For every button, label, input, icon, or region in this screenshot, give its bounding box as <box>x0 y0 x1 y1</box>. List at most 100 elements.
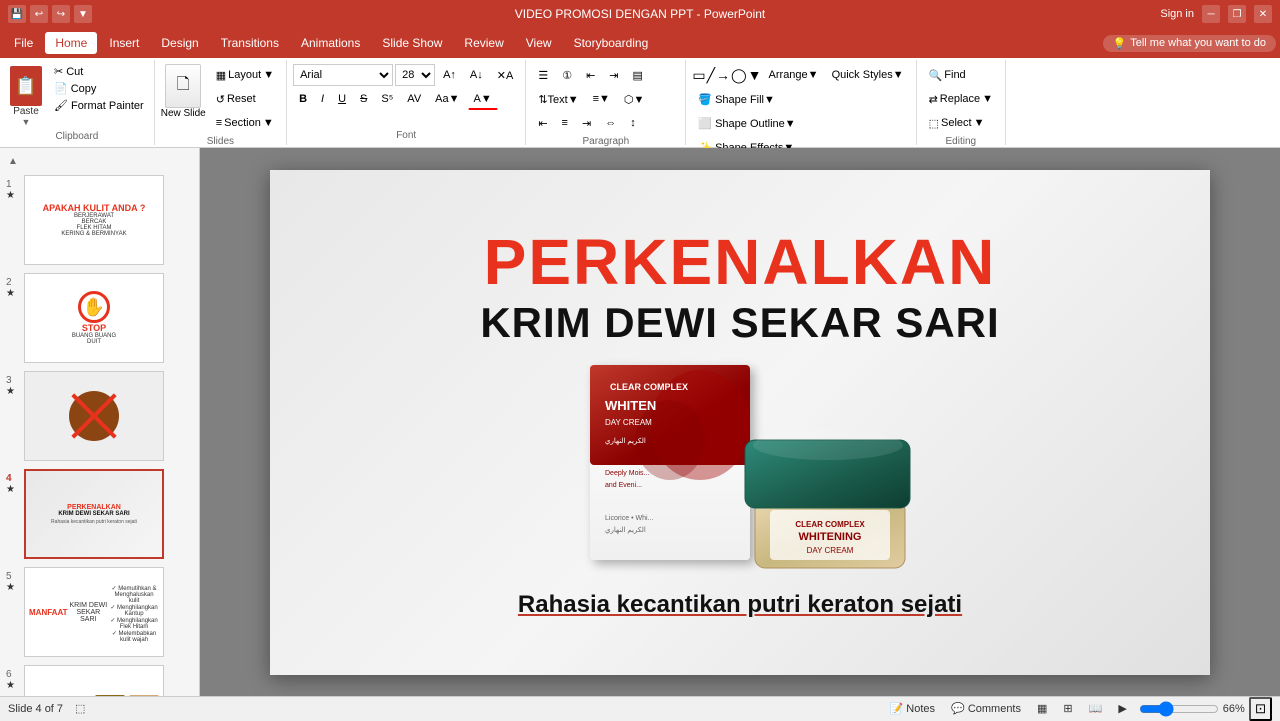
notes-button[interactable]: 📝 Notes <box>886 700 940 717</box>
increase-font-button[interactable]: A↑ <box>437 64 462 86</box>
slide-img-4[interactable]: PERKENALKAN KRIM DEWI SEKAR SARI Rahasia… <box>24 469 164 559</box>
align-right-button[interactable]: ⇥ <box>576 112 597 134</box>
italic-button[interactable]: I <box>315 88 330 110</box>
format-painter-button[interactable]: 🖌 Format Painter <box>50 98 148 113</box>
menu-insert[interactable]: Insert <box>99 32 149 54</box>
columns-button[interactable]: ▤ <box>627 64 649 86</box>
section-button[interactable]: ≡ Section ▼ <box>210 112 280 134</box>
undo-icon[interactable]: ↩ <box>30 5 48 23</box>
align-center-button[interactable]: ≡ <box>556 112 574 134</box>
font-family-select[interactable]: Arial <box>293 64 393 86</box>
sign-in-button[interactable]: Sign in <box>1160 8 1194 20</box>
menu-file[interactable]: File <box>4 32 43 54</box>
menu-slideshow[interactable]: Slide Show <box>372 32 452 54</box>
line-spacing-button[interactable]: ↕ <box>624 112 642 134</box>
quick-styles-button[interactable]: Quick Styles▼ <box>826 64 910 86</box>
shadow-button[interactable]: S⁵ <box>375 88 399 110</box>
reset-button[interactable]: ↺ Reset <box>210 88 280 110</box>
redo-icon[interactable]: ↪ <box>52 5 70 23</box>
slide-thumb-5[interactable]: 5 ★ MANFAAT KRIM DEWI SEKAR SARI ✓ Memut… <box>6 567 193 657</box>
thumb4-title-black: KRIM DEWI SEKAR SARI <box>58 511 129 517</box>
text-direction-button[interactable]: ⇅Text▼ <box>532 88 584 110</box>
menu-review[interactable]: Review <box>454 32 513 54</box>
replace-button[interactable]: ⇄ Replace ▼ <box>923 88 999 110</box>
change-case-button[interactable]: Aa▼ <box>429 88 465 110</box>
slide-img-5[interactable]: MANFAAT KRIM DEWI SEKAR SARI ✓ Memutihka… <box>24 567 164 657</box>
shape-more[interactable]: ▼ <box>748 67 762 83</box>
customize-icon[interactable]: ▼ <box>74 5 92 23</box>
shape-oval[interactable]: ◯ <box>731 67 747 84</box>
copy-button[interactable]: 📄 Copy <box>50 81 148 96</box>
menu-home[interactable]: Home <box>45 32 97 54</box>
increase-indent-button[interactable]: ⇥ <box>603 64 624 86</box>
smartart-button[interactable]: ⬡▼ <box>618 88 651 110</box>
cut-button[interactable]: ✂ Cut <box>50 64 148 79</box>
bold-button[interactable]: B <box>293 88 313 110</box>
normal-view-button[interactable]: ▦ <box>1033 700 1051 717</box>
slide-img-3[interactable] <box>24 371 164 461</box>
menu-transitions[interactable]: Transitions <box>211 32 289 54</box>
bullets-button[interactable]: ☰ <box>532 64 554 86</box>
replace-icon: ⇄ <box>929 93 938 106</box>
numbering-button[interactable]: ① <box>556 64 578 86</box>
shape-line[interactable]: ╱ <box>707 67 715 84</box>
font-color-button[interactable]: A▼ <box>468 88 498 110</box>
align-text-button[interactable]: ≡▼ <box>587 88 616 110</box>
slide-thumb-6[interactable]: 6 ★ HASIL PEMAKAIAN KRIM DEWI SEKAR SARI <box>6 665 193 696</box>
menu-design[interactable]: Design <box>151 32 208 54</box>
slide-img-1[interactable]: APAKAH KULIT ANDA ? BERJERAWATBERCAKFLEK… <box>24 175 164 265</box>
slide-img-6[interactable]: HASIL PEMAKAIAN KRIM DEWI SEKAR SARI <box>24 665 164 696</box>
fit-zoom-button[interactable]: ⊡ <box>1249 697 1272 721</box>
replace-arrow: ▼ <box>982 93 993 105</box>
new-slide-button[interactable]: 🗋 <box>165 64 201 108</box>
svg-text:CLEAR COMPLEX: CLEAR COMPLEX <box>610 382 688 392</box>
slide-thumb-2[interactable]: 2 ★ ✋ STOP BUANG BUANGDUIT <box>6 273 193 363</box>
thumb5-subtitle: KRIM DEWI SEKAR SARI <box>68 602 110 623</box>
font-content: Arial 28 A↑ A↓ ✕A B I U S S⁵ AV Aa▼ A▼ <box>293 62 519 130</box>
shape-rect[interactable]: ▭ <box>692 67 705 84</box>
slide-thumb-4[interactable]: 4 ★ PERKENALKAN KRIM DEWI SEKAR SARI Rah… <box>6 469 193 559</box>
slide-canvas[interactable]: PERKENALKAN KRIM DEWI SEKAR SARI <box>270 170 1210 675</box>
slide-sorter-button[interactable]: ⊞ <box>1059 700 1076 717</box>
reading-view-button[interactable]: 📖 <box>1085 700 1107 717</box>
arrange-button[interactable]: Arrange▼ <box>763 64 825 86</box>
find-button[interactable]: 🔍 Find <box>923 64 972 86</box>
fit-to-window-icon[interactable]: ⬚ <box>75 702 85 715</box>
minimize-icon[interactable]: ─ <box>1202 5 1220 23</box>
restore-icon[interactable]: ❐ <box>1228 5 1246 23</box>
thumb5-list: ✓ Memutihkan & Menghaluskan kulit ✓ Meng… <box>109 585 159 643</box>
menu-animations[interactable]: Animations <box>291 32 370 54</box>
underline-button[interactable]: U <box>332 88 352 110</box>
shape-outline-button[interactable]: ⬜ Shape Outline▼ <box>692 112 801 134</box>
select-button[interactable]: ⬚ Select ▼ <box>923 112 991 134</box>
scroll-up-arrow[interactable]: ▲ <box>6 156 20 167</box>
justify-button[interactable]: ⇔ <box>599 112 622 134</box>
paste-dropdown-arrow[interactable]: ▼ <box>22 117 31 127</box>
menu-storyboarding[interactable]: Storyboarding <box>564 32 659 54</box>
thumb6-after <box>129 695 159 697</box>
decrease-font-button[interactable]: A↓ <box>464 64 489 86</box>
slide-img-2[interactable]: ✋ STOP BUANG BUANGDUIT <box>24 273 164 363</box>
find-icon: 🔍 <box>929 69 943 82</box>
zoom-slider[interactable] <box>1139 701 1219 717</box>
shape-fill-button[interactable]: 🪣 Shape Fill▼ <box>692 88 781 110</box>
shape-arrow[interactable]: → <box>716 67 730 83</box>
slideshow-button[interactable]: ▶ <box>1114 700 1130 717</box>
paste-button[interactable]: 📋 Paste ▼ <box>6 64 46 129</box>
menu-view[interactable]: View <box>516 32 562 54</box>
close-icon[interactable]: ✕ <box>1254 5 1272 23</box>
layout-button[interactable]: ▦ Layout ▼ <box>210 64 280 86</box>
slide-thumb-1[interactable]: 1 ★ APAKAH KULIT ANDA ? BERJERAWATBERCAK… <box>6 175 193 265</box>
shapes-row: ▭ ╱ → ◯ ▼ Arrange▼ Quick Styles▼ <box>692 64 909 86</box>
align-left-button[interactable]: ⇤ <box>532 112 553 134</box>
slide-thumb-3[interactable]: 3 ★ <box>6 371 193 461</box>
lightbulb-icon: 💡 <box>1113 37 1127 50</box>
decrease-indent-button[interactable]: ⇤ <box>580 64 601 86</box>
save-icon[interactable]: 💾 <box>8 5 26 23</box>
tell-me-box[interactable]: 💡 Tell me what you want to do <box>1103 35 1276 52</box>
font-size-select[interactable]: 28 <box>395 64 435 86</box>
comments-button[interactable]: 💬 Comments <box>947 700 1025 717</box>
strikethrough-button[interactable]: S <box>354 88 373 110</box>
char-spacing-button[interactable]: AV <box>401 88 427 110</box>
clear-format-button[interactable]: ✕A <box>491 64 520 86</box>
